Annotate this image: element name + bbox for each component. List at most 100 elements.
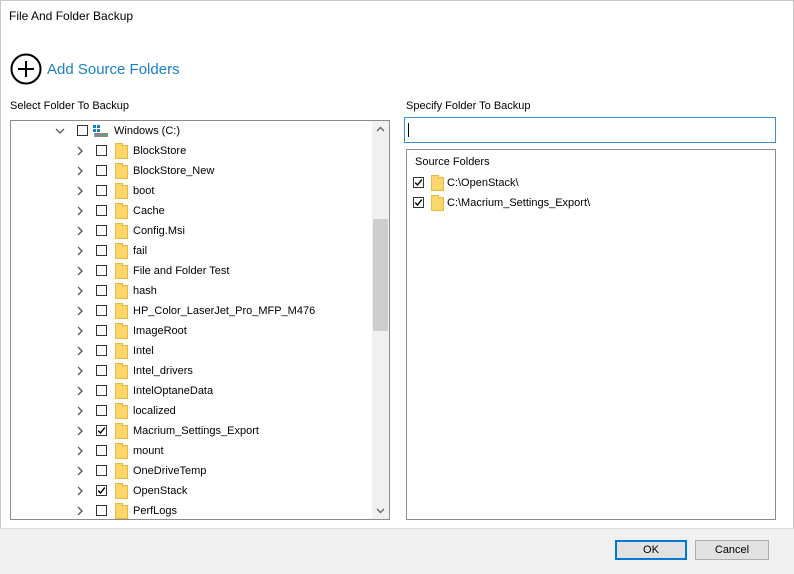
drive-icon	[93, 125, 109, 137]
tree-row-checkbox[interactable]	[96, 245, 107, 256]
source-folders-title: Source Folders	[415, 156, 490, 168]
tree-row[interactable]: OpenStack	[11, 481, 370, 501]
tree-row[interactable]: hash	[11, 281, 370, 301]
tree-row[interactable]: Intel	[11, 341, 370, 361]
chevron-right-icon[interactable]	[75, 446, 85, 456]
tree-row-label: Intel_drivers	[133, 365, 193, 377]
tree-row-checkbox[interactable]	[96, 425, 107, 436]
source-folder-row[interactable]: C:\Macrium_Settings_Export\	[413, 194, 753, 212]
chevron-right-icon[interactable]	[75, 506, 85, 516]
folder-icon	[115, 383, 128, 399]
folder-icon	[115, 203, 128, 219]
tree-row-checkbox[interactable]	[96, 305, 107, 316]
scroll-up-icon[interactable]	[372, 121, 389, 138]
chevron-right-icon[interactable]	[75, 226, 85, 236]
scroll-down-icon[interactable]	[372, 502, 389, 519]
tree-row[interactable]: boot	[11, 181, 370, 201]
chevron-right-icon[interactable]	[75, 326, 85, 336]
tree-row-checkbox[interactable]	[96, 185, 107, 196]
add-source-folders-label: Add Source Folders	[47, 60, 180, 78]
chevron-right-icon[interactable]	[75, 306, 85, 316]
chevron-right-icon[interactable]	[75, 386, 85, 396]
tree-row[interactable]: ImageRoot	[11, 321, 370, 341]
chevron-right-icon[interactable]	[75, 246, 85, 256]
folder-icon	[115, 183, 128, 199]
folder-tree[interactable]: Windows (C:) BlockStore BlockStore_Newboo…	[10, 120, 390, 520]
chevron-right-icon[interactable]	[75, 146, 85, 156]
chevron-right-icon[interactable]	[75, 266, 85, 276]
folder-icon	[115, 443, 128, 459]
folder-icon	[115, 343, 128, 359]
cancel-button[interactable]: Cancel	[695, 540, 769, 560]
folder-icon	[115, 303, 128, 319]
folder-icon	[115, 223, 128, 239]
tree-row-checkbox[interactable]	[96, 205, 107, 216]
tree-row-checkbox[interactable]	[96, 505, 107, 516]
tree-row-checkbox[interactable]	[96, 405, 107, 416]
chevron-right-icon[interactable]	[75, 186, 85, 196]
tree-row-checkbox[interactable]	[96, 445, 107, 456]
source-folder-row[interactable]: C:\OpenStack\	[413, 174, 753, 192]
add-source-folders-button[interactable]: Add Source Folders	[10, 53, 180, 85]
folder-icon	[115, 143, 128, 159]
chevron-right-icon[interactable]	[75, 366, 85, 376]
tree-row-checkbox[interactable]	[96, 165, 107, 176]
tree-row[interactable]: fail	[11, 241, 370, 261]
tree-vertical-scrollbar[interactable]	[372, 121, 389, 519]
tree-root-checkbox[interactable]	[77, 125, 88, 136]
tree-row[interactable]: BlockStore_New	[11, 161, 370, 181]
chevron-right-icon[interactable]	[75, 426, 85, 436]
folder-icon	[115, 463, 128, 479]
tree-row[interactable]: PerfLogs	[11, 501, 370, 519]
tree-row[interactable]: HP_Color_LaserJet_Pro_MFP_M476	[11, 301, 370, 321]
source-folders-list[interactable]: Source Folders C:\OpenStack\ C:\Macrium_S…	[406, 149, 776, 520]
tree-row-label: Config.Msi	[133, 225, 185, 237]
tree-row[interactable]: localized	[11, 401, 370, 421]
plus-circle-icon	[10, 53, 42, 85]
tree-row[interactable]: Macrium_Settings_Export	[11, 421, 370, 441]
folder-icon	[115, 363, 128, 379]
ok-button[interactable]: OK	[615, 540, 687, 560]
tree-row[interactable]: Cache	[11, 201, 370, 221]
chevron-right-icon[interactable]	[75, 406, 85, 416]
chevron-right-icon[interactable]	[75, 466, 85, 476]
tree-row[interactable]: IntelOptaneData	[11, 381, 370, 401]
tree-row-checkbox[interactable]	[96, 265, 107, 276]
tree-row-label: PerfLogs	[133, 505, 178, 517]
tree-row[interactable]: mount	[11, 441, 370, 461]
folder-path-input[interactable]	[404, 117, 776, 143]
chevron-down-icon[interactable]	[55, 126, 65, 136]
tree-row[interactable]: BlockStore	[11, 141, 370, 161]
tree-row-checkbox[interactable]	[96, 345, 107, 356]
folder-icon	[115, 243, 128, 259]
source-folder-checkbox[interactable]	[413, 177, 424, 188]
tree-row-checkbox[interactable]	[96, 465, 107, 476]
tree-row-label: localized	[133, 405, 176, 417]
folder-icon	[431, 195, 444, 211]
tree-row[interactable]: File and Folder Test	[11, 261, 370, 281]
tree-row-checkbox[interactable]	[96, 385, 107, 396]
tree-row-checkbox[interactable]	[96, 485, 107, 496]
chevron-right-icon[interactable]	[75, 486, 85, 496]
tree-row[interactable]: Config.Msi	[11, 221, 370, 241]
tree-row[interactable]: OneDriveTemp	[11, 461, 370, 481]
chevron-right-icon[interactable]	[75, 286, 85, 296]
folder-icon	[115, 283, 128, 299]
tree-row-label: ImageRoot	[133, 325, 187, 337]
folder-icon	[115, 263, 128, 279]
tree-row-checkbox[interactable]	[96, 365, 107, 376]
chevron-right-icon[interactable]	[75, 166, 85, 176]
tree-root-row[interactable]: Windows (C:)	[11, 121, 370, 141]
chevron-right-icon[interactable]	[75, 206, 85, 216]
tree-row-checkbox[interactable]	[96, 145, 107, 156]
chevron-right-icon[interactable]	[75, 346, 85, 356]
dialog-footer: OK Cancel	[0, 528, 794, 574]
tree-row-checkbox[interactable]	[96, 285, 107, 296]
source-folder-checkbox[interactable]	[413, 197, 424, 208]
scrollbar-thumb[interactable]	[373, 219, 388, 331]
folder-icon	[115, 423, 128, 439]
tree-row[interactable]: Intel_drivers	[11, 361, 370, 381]
tree-row-label: BlockStore_New	[133, 165, 215, 177]
tree-row-checkbox[interactable]	[96, 325, 107, 336]
tree-row-checkbox[interactable]	[96, 225, 107, 236]
